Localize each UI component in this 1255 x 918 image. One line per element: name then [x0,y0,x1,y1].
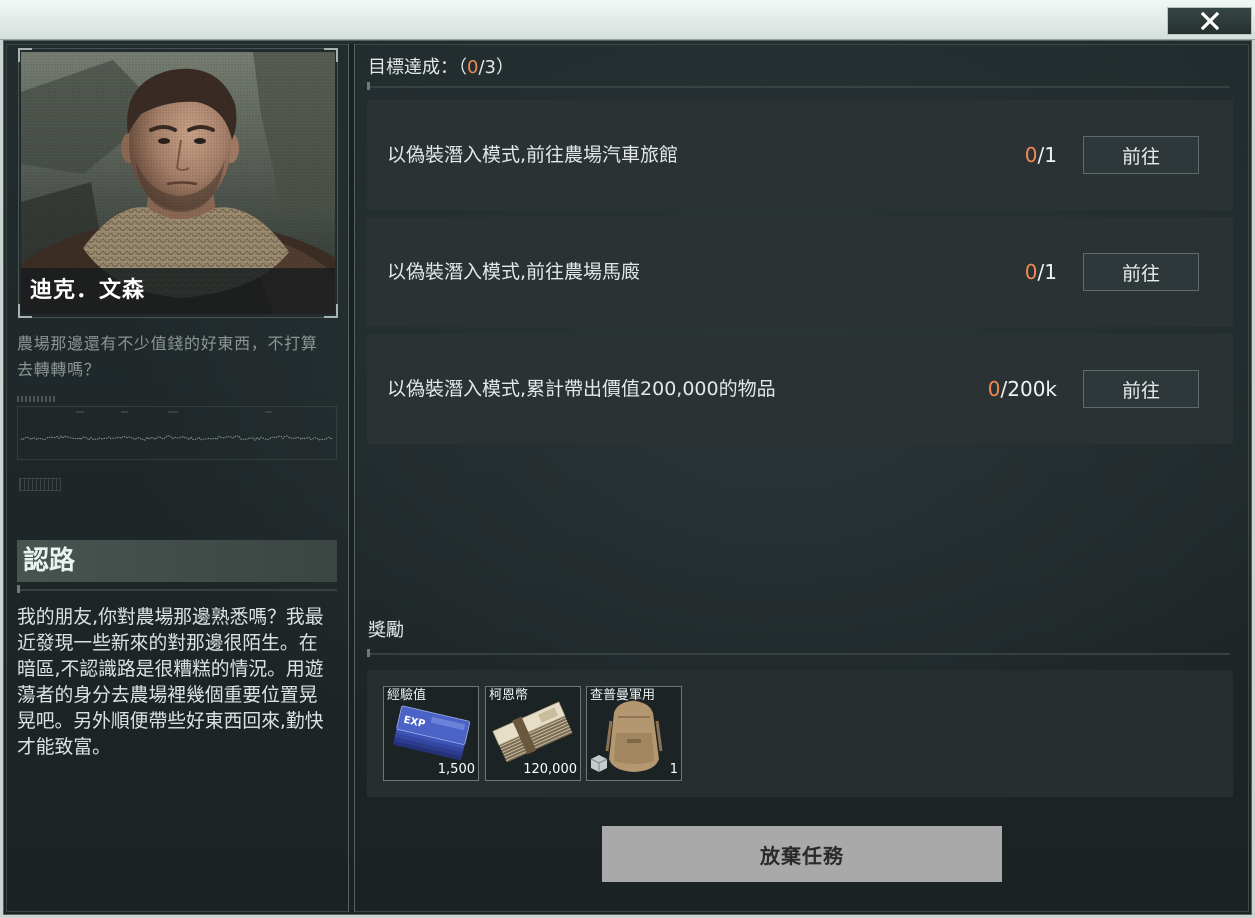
objective-text: 以偽裝潛入模式,前往農場汽車旅館 [387,144,679,166]
objective-progress-done: 0 [1024,260,1038,284]
quest-title-band: 認路 [17,540,337,582]
goto-button[interactable]: 前往 [1083,370,1199,408]
portrait-frame-corner [324,304,338,318]
objective-text: 以偽裝潛入模式,前往農場馬廄 [387,261,641,283]
goto-button[interactable]: 前往 [1083,253,1199,291]
objective-progress-rest: /1 [1037,260,1057,284]
goto-button[interactable]: 前往 [1083,136,1199,174]
reward-item-exp[interactable]: EXP 經驗值 1,500 [383,686,479,781]
underline-tick [367,82,370,90]
title-bar [0,0,1255,40]
objectives-progress-done: 0 [467,57,479,78]
objective-progress: 0/200k [988,334,1057,444]
rewards-panel: EXP 經驗值 1,500 柯恩幣 120,000 查普曼軍用 1 [367,670,1233,797]
objective-progress-done: 0 [987,377,1001,401]
column-divider [348,44,355,912]
waveform-label-decor [17,396,55,402]
character-portrait: 迪克．文森 [21,52,335,314]
objective-text: 以偽裝潛入模式,累計帶出價值200,000的物品 [387,378,776,400]
underline-tick [367,649,370,657]
objective-row: 以偽裝潛入模式,累計帶出價值200,000的物品 0/200k 前往 [367,334,1233,444]
close-button[interactable] [1167,7,1252,35]
abandon-quest-button[interactable]: 放棄任務 [602,826,1002,882]
name-band: 迪克．文森 [21,268,335,314]
waveform-graph [17,406,337,460]
objective-progress: 0/1 [1025,217,1057,327]
reward-name: 經驗值 [387,688,427,703]
objectives-header: 目標達成：（0/3） [368,55,514,81]
objectives-progress-rest: /3） [478,57,514,78]
quest-description: 我的朋友,你對農場那邊熟悉嗎？我最近發現一些新來的對那邊很陌生。在暗區,不認識路… [17,607,324,758]
rewards-label: 獎勵 [368,620,404,641]
waveform-svg [20,411,334,442]
reward-name: 查普曼軍用 [590,688,656,703]
reward-count: 1,500 [437,762,475,777]
quest-title: 認路 [23,546,76,576]
reward-count: 120,000 [523,762,577,777]
objective-progress-rest: /200k [1000,377,1058,401]
objectives-progress-open: （ [458,57,467,78]
waveform-line [20,435,334,442]
reward-name: 柯恩幣 [489,688,529,703]
portrait-frame-corner [18,304,32,318]
portrait-frame-corner [18,48,32,62]
objective-progress-rest: /1 [1037,143,1057,167]
rewards-underline [367,653,1230,655]
portrait-frame-corner [324,48,338,62]
objectives-label: 目標達成： [368,57,458,78]
character-name: 迪克．文森 [30,278,146,303]
reward-item-currency[interactable]: 柯恩幣 120,000 [485,686,581,781]
close-icon [1200,11,1219,31]
objectives-underline [367,86,1230,88]
objective-row: 以偽裝潛入模式,前往農場馬廄 0/1 前往 [367,217,1233,327]
objective-row: 以偽裝潛入模式,前往農場汽車旅館 0/1 前往 [367,100,1233,210]
objective-progress-done: 0 [1024,143,1038,167]
reward-item-backpack[interactable]: 查普曼軍用 1 [586,686,682,781]
quest-title-underline [17,589,337,591]
objective-progress: 0/1 [1025,100,1057,210]
reward-count: 1 [669,762,678,777]
underline-tick [17,585,20,593]
waveform-readout-decor [19,478,61,491]
character-greeting: 農場那邊還有不少值錢的好東西，不打算去轉轉嗎？ [17,334,318,379]
